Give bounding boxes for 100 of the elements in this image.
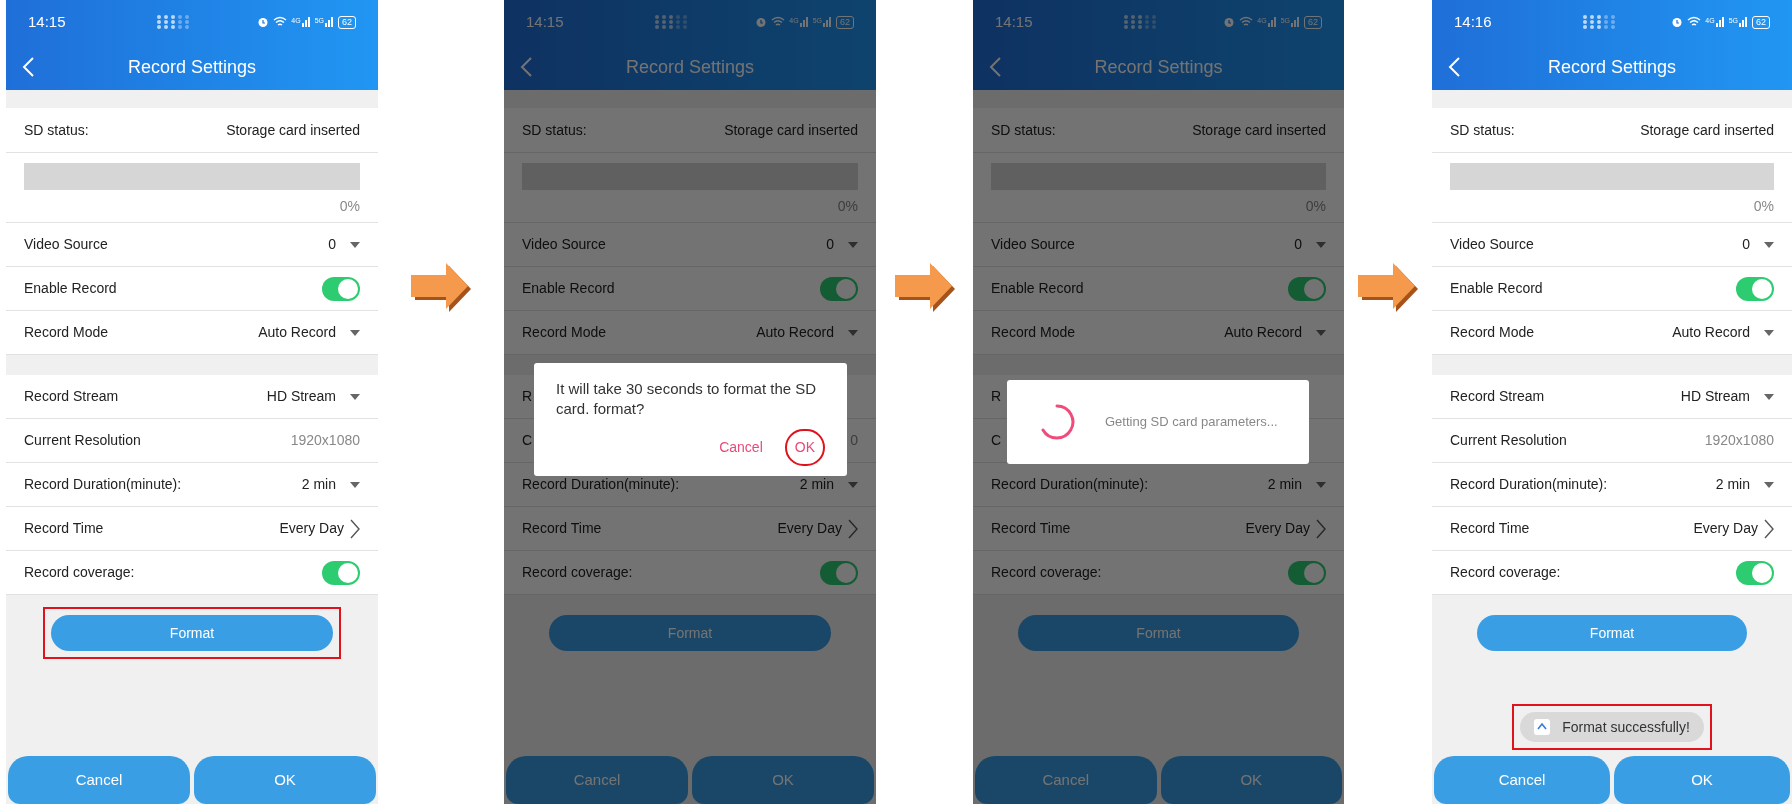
dropdown-value[interactable]: 0 (1742, 234, 1750, 255)
signal-icon (325, 17, 334, 27)
signal-icon (799, 17, 809, 27)
setting-label: Video Source (24, 235, 108, 254)
caret-icon (848, 329, 858, 336)
setting-label: SD status: (1450, 120, 1515, 140)
format-button[interactable]: Format (1477, 615, 1747, 651)
setting-label: Record coverage: (1450, 563, 1561, 582)
setting-label: Enable Record (1450, 279, 1543, 298)
dropdown-value[interactable]: Auto Record (258, 322, 336, 343)
bottom-button[interactable]: Cancel (506, 756, 688, 804)
dropdown-value[interactable]: 2 min (301, 474, 336, 495)
dropdown-value[interactable]: 2 min (799, 474, 834, 495)
setting-value[interactable]: Every Day (279, 518, 344, 539)
caret-icon (1764, 241, 1774, 248)
setting-value[interactable]: Every Day (1693, 518, 1758, 539)
setting-value: 1920x1080 (1704, 431, 1774, 450)
dialog-message: It will take 30 seconds to format the SD card. format? (556, 379, 818, 419)
dropdown-value[interactable]: 2 min (1715, 474, 1750, 495)
alarm-icon (1223, 16, 1236, 28)
bottom-button[interactable]: Cancel (1434, 756, 1610, 804)
page-title: Record Settings (1094, 55, 1223, 79)
setting-value: Storage card inserted (1640, 120, 1774, 140)
caret-icon (1316, 329, 1326, 336)
setting-label: Record Duration(minute): (1450, 475, 1608, 494)
dropdown-value[interactable]: HD Stream (266, 386, 336, 407)
bottom-button[interactable]: Cancel (975, 756, 1157, 804)
setting-label: Record Mode (991, 323, 1076, 342)
bottom-button[interactable]: OK (692, 756, 874, 804)
dropdown-value[interactable]: HD Stream (1680, 386, 1750, 407)
setting-label: Video Source (522, 235, 606, 254)
toggle-switch[interactable] (1288, 276, 1326, 301)
setting-value: Storage card inserted (1192, 120, 1326, 140)
dropdown-value[interactable]: Auto Record (1672, 322, 1750, 343)
battery-indicator: 62 (338, 15, 356, 29)
setting-label: Record Duration(minute): (991, 475, 1149, 494)
format-button[interactable]: Format (549, 615, 831, 651)
setting-label: Record Stream (24, 387, 119, 406)
chevron-right-icon (1316, 518, 1326, 539)
setting-label: Enable Record (991, 279, 1084, 298)
setting-label: Record Time (522, 519, 602, 538)
setting-label: Record Duration(minute): (522, 475, 680, 494)
setting-value[interactable]: Every Day (777, 518, 842, 539)
setting-label: Video Source (991, 235, 1075, 254)
format-button[interactable]: Format (51, 615, 333, 651)
toggle-switch[interactable] (820, 276, 858, 301)
back-icon[interactable] (989, 57, 1001, 77)
setting-label: Record Time (1450, 519, 1530, 538)
back-icon[interactable] (22, 57, 34, 77)
bottom-button[interactable]: Cancel (8, 756, 190, 804)
toast-message: Format successfully! (1562, 717, 1690, 737)
usage-reading: 0% (339, 197, 360, 216)
dropdown-value[interactable]: 0 (826, 234, 834, 255)
arrow-icon (409, 262, 473, 312)
setting-label: Record Stream (1450, 387, 1545, 406)
dialog-button[interactable]: Cancel (709, 429, 773, 466)
back-icon[interactable] (520, 57, 532, 77)
chevron-right-icon (350, 518, 360, 539)
chevron-right-icon (848, 518, 858, 539)
setting-label: R (522, 387, 533, 406)
setting-value[interactable]: Every Day (1245, 518, 1310, 539)
signal-icon (1291, 17, 1300, 27)
dropdown-value[interactable]: Auto Record (1224, 322, 1302, 343)
caret-icon (1764, 481, 1774, 488)
page-title: Record Settings (127, 55, 257, 79)
bottom-button[interactable]: OK (194, 756, 376, 804)
status-time: 14:15 (995, 11, 1033, 32)
toggle-switch[interactable] (322, 560, 360, 585)
bottom-button[interactable]: OK (1160, 756, 1342, 804)
status-time: 14:16 (1454, 11, 1492, 32)
setting-label: Record Time (991, 519, 1071, 538)
dropdown-value[interactable]: 2 min (1267, 474, 1302, 495)
toggle-switch[interactable] (1736, 276, 1774, 301)
bottom-button[interactable]: OK (1614, 756, 1790, 804)
toggle-switch[interactable] (1736, 560, 1774, 585)
dropdown-value[interactable]: 0 (328, 234, 336, 255)
setting-label: Record Mode (522, 323, 607, 342)
usage-reading: 0% (1753, 197, 1774, 216)
setting-label: Record Duration(minute): (24, 475, 182, 494)
dialog-button[interactable]: OK (784, 429, 825, 466)
toggle-switch[interactable] (1288, 560, 1326, 585)
app-icon (1534, 719, 1551, 735)
loading-message: Getting SD card parameters... (1105, 413, 1278, 432)
back-icon[interactable] (1448, 57, 1460, 77)
format-button[interactable]: Format (1018, 615, 1299, 651)
dropdown-value[interactable]: 0 (1294, 234, 1302, 255)
alarm-icon (257, 16, 270, 28)
caret-icon (1316, 241, 1326, 248)
alarm-icon (1671, 16, 1684, 28)
setting-label: Record coverage: (991, 563, 1102, 582)
caret-icon (1764, 393, 1774, 400)
wifi-icon (1239, 16, 1254, 28)
setting-label: Enable Record (522, 279, 615, 298)
dropdown-value[interactable]: Auto Record (756, 322, 834, 343)
wifi-icon (1687, 16, 1702, 28)
setting-label: SD status: (991, 120, 1056, 140)
setting-label: Video Source (1450, 235, 1534, 254)
toggle-switch[interactable] (322, 276, 360, 301)
toggle-switch[interactable] (820, 560, 858, 585)
caret-icon (1316, 481, 1326, 488)
